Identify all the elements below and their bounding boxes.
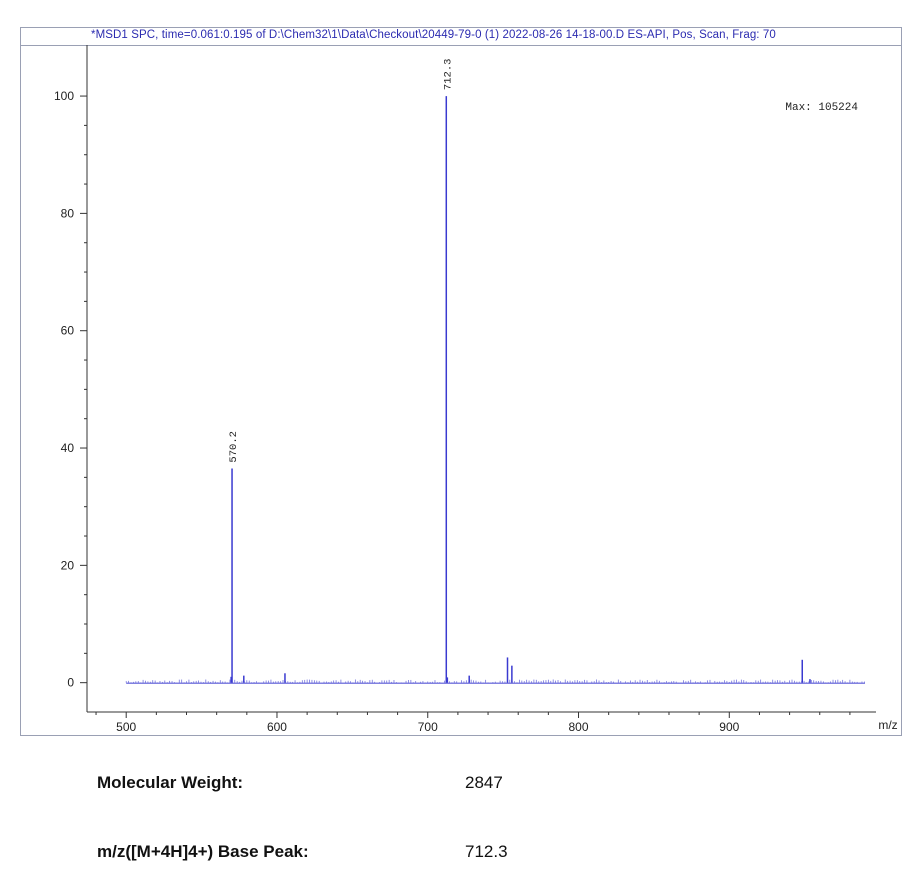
peak-label: 570.2 (228, 431, 240, 463)
x-tick-label: 800 (569, 720, 589, 734)
x-tick-label: 500 (116, 720, 136, 734)
y-tick-label: 60 (61, 324, 75, 338)
molecular-weight-label: Molecular Weight: (97, 773, 244, 792)
y-tick-label: 80 (61, 206, 75, 220)
y-tick-label: 100 (54, 89, 74, 103)
molecular-weight-value: 2847 (465, 773, 503, 792)
y-tick-label: 0 (67, 676, 74, 690)
x-tick-label: 600 (267, 720, 287, 734)
x-axis-label: m/z (878, 718, 897, 732)
peak-label: 712.3 (442, 59, 454, 91)
max-intensity-label: Max: 105224 (785, 102, 858, 114)
base-peak-row: m/z([M+4H]4+) Base Peak: 712.3 (97, 842, 508, 862)
x-tick-label: 700 (418, 720, 438, 734)
molecular-weight-row: Molecular Weight: 2847 (97, 773, 503, 793)
base-peak-value: 712.3 (465, 842, 508, 861)
y-tick-label: 20 (61, 558, 75, 572)
mass-spectrum-chart: 0 20 40 60 80 100 500 600 700 800 900 m/z 570.2 712.3… (54, 45, 898, 734)
x-tick-label: 900 (719, 720, 739, 734)
base-peak-label: m/z([M+4H]4+) Base Peak: (97, 842, 309, 861)
y-tick-label: 40 (61, 441, 75, 455)
